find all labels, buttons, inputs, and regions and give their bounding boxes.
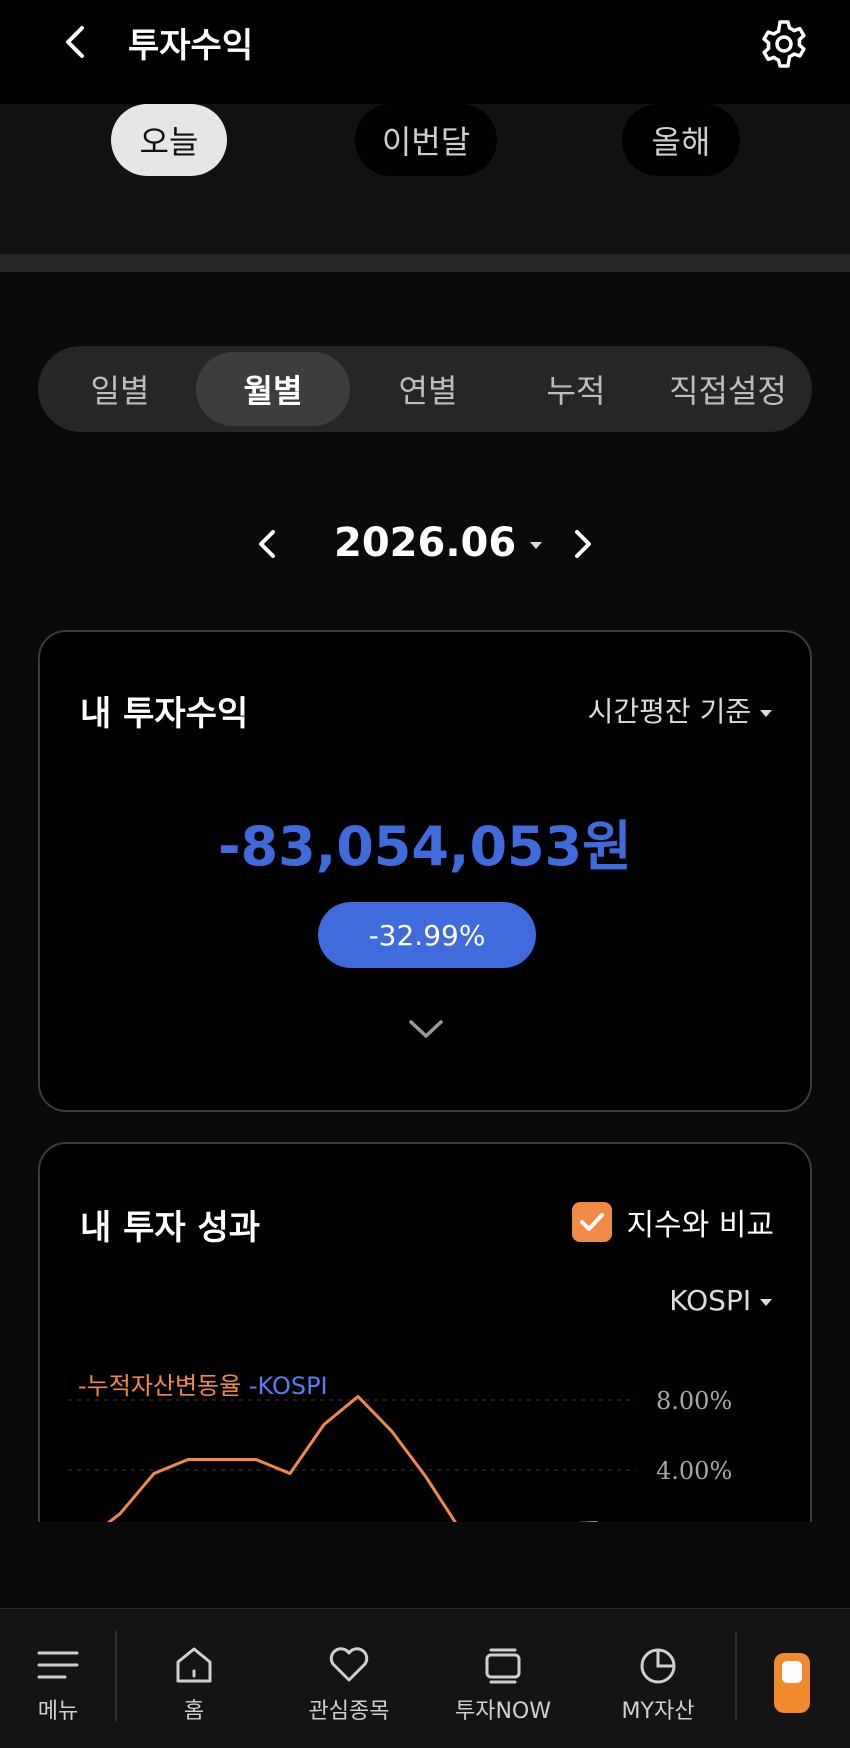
back-icon[interactable] xyxy=(56,22,96,62)
caret-down-icon xyxy=(530,541,543,549)
profit-rate-badge: -32.99% xyxy=(318,902,536,968)
caret-down-icon xyxy=(760,709,772,717)
period-tabs: 오늘 이번달 올해 xyxy=(0,104,850,254)
prev-month-icon[interactable] xyxy=(248,524,288,564)
month-navigator: 2026.06 xyxy=(0,510,850,580)
tab-today[interactable]: 오늘 xyxy=(111,104,227,176)
nav-divider xyxy=(735,1631,737,1721)
month-value: 2026.06 xyxy=(334,520,517,566)
phone-icon[interactable] xyxy=(774,1653,810,1713)
nav-invest-now-label: 투자NOW xyxy=(454,1699,551,1724)
y-tick-label: 8.00% xyxy=(656,1387,732,1415)
stack-icon xyxy=(485,1648,521,1684)
nav-menu-label: 메뉴 xyxy=(37,1699,79,1724)
page-title: 투자수익 xyxy=(128,26,254,66)
nav-watchlist-label: 관심종목 xyxy=(308,1699,390,1724)
series-line-asset-change xyxy=(106,1395,598,1522)
nav-my-assets-label: MY자산 xyxy=(621,1699,695,1724)
performance-chart: 8.00%4.00%0.00%-4.00% xyxy=(68,1387,732,1522)
nav-home[interactable]: 홈 xyxy=(154,1609,234,1748)
segment-cumulative[interactable]: 누적 xyxy=(506,352,646,426)
nav-divider xyxy=(115,1631,117,1721)
month-selector[interactable]: 2026.06 xyxy=(334,520,543,566)
section-divider xyxy=(0,254,850,272)
tab-this-month[interactable]: 이번달 xyxy=(355,104,497,176)
profit-card: 내 투자수익 시간평잔 기준 -83,054,053원 -32.99% xyxy=(38,630,812,1112)
performance-card: 내 투자 성과 지수와 비교 KOSPI -누적자산변동율 -KOSPI 8.0… xyxy=(38,1142,812,1522)
nav-my-assets[interactable]: MY자산 xyxy=(612,1609,704,1748)
nav-invest-now[interactable]: 투자NOW xyxy=(448,1609,558,1748)
segment-yearly[interactable]: 연별 xyxy=(356,352,500,426)
profit-card-title: 내 투자수익 xyxy=(80,694,249,734)
segment-daily[interactable]: 일별 xyxy=(50,352,190,426)
nav-menu[interactable]: 메뉴 xyxy=(18,1609,98,1748)
chevron-down-icon[interactable] xyxy=(406,1016,446,1042)
basis-selector[interactable]: 시간평잔 기준 xyxy=(588,690,772,730)
bottom-nav: 메뉴 홈 관심종목 투자NOW MY자산 xyxy=(0,1608,850,1748)
period-segment-control: 일별 월별 연별 누적 직접설정 xyxy=(38,346,812,432)
tab-this-year[interactable]: 올해 xyxy=(622,104,740,176)
gear-icon[interactable] xyxy=(758,18,810,70)
y-tick-label: 4.00% xyxy=(656,1457,732,1485)
basis-label: 시간평잔 기준 xyxy=(587,695,752,728)
pie-icon xyxy=(640,1648,676,1684)
segment-monthly[interactable]: 월별 xyxy=(196,352,350,426)
nav-home-label: 홈 xyxy=(183,1699,205,1724)
profit-amount: -83,054,053원 xyxy=(218,815,632,878)
top-bar: 투자수익 xyxy=(0,0,850,104)
home-icon xyxy=(176,1647,212,1683)
segment-custom[interactable]: 직접설정 xyxy=(650,352,806,426)
next-month-icon[interactable] xyxy=(562,524,602,564)
nav-watchlist[interactable]: 관심종목 xyxy=(296,1609,402,1748)
heart-icon xyxy=(329,1647,369,1682)
menu-icon xyxy=(37,1651,79,1679)
